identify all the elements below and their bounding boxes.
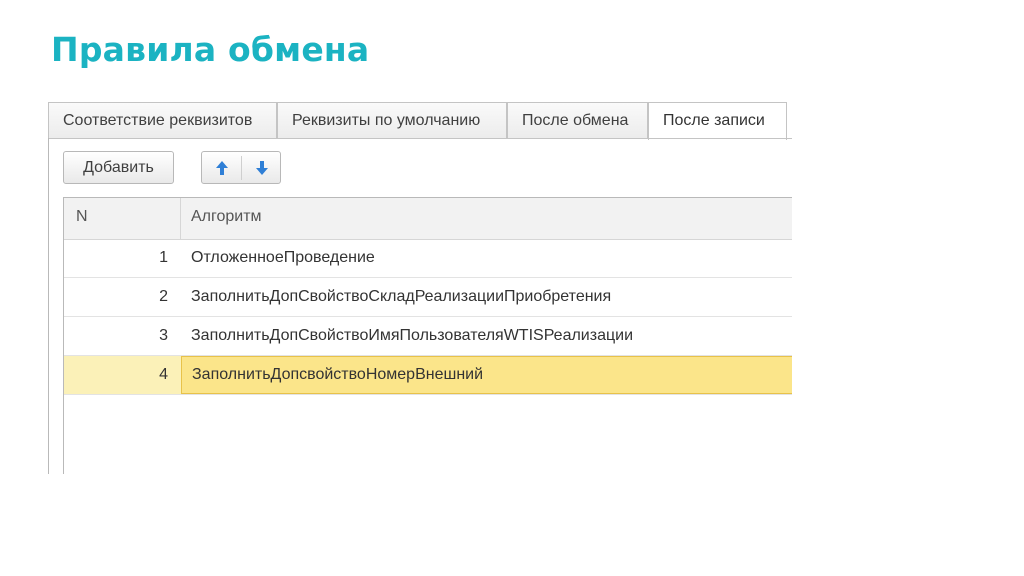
row-algorithm: ЗаполнитьДопСвойствоСкладРеализацииПриоб…: [191, 288, 612, 305]
move-buttons: [201, 151, 281, 184]
table-row[interactable]: 3 ЗаполнитьДопСвойствоИмяПользователяWTI…: [64, 317, 792, 356]
arrow-up-icon: [215, 160, 228, 175]
table-row-selected[interactable]: 4 ЗаполнитьДопсвойствоНомерВнешний: [64, 356, 792, 395]
slide-title: Правила обмена: [51, 30, 370, 69]
row-number: 4: [159, 366, 168, 383]
tab-after-exchange[interactable]: После обмена: [507, 102, 648, 138]
move-up-button[interactable]: [202, 152, 241, 183]
tab-after-write[interactable]: После записи: [648, 102, 787, 140]
column-header-n[interactable]: N: [64, 198, 181, 239]
table-row[interactable]: 2 ЗаполнитьДопСвойствоСкладРеализацииПри…: [64, 278, 792, 317]
arrow-down-icon: [255, 160, 268, 175]
table-row[interactable]: 1 ОтложенноеПроведение: [64, 239, 792, 278]
table-header: N Алгоритм: [64, 198, 792, 240]
window-border: [48, 138, 49, 474]
row-algorithm: ЗаполнитьДопСвойствоИмяПользователяWTISР…: [191, 327, 634, 344]
exchange-rules-window: Соответствие реквизитов Реквизиты по умо…: [48, 102, 792, 474]
column-header-algorithm[interactable]: Алгоритм: [181, 198, 792, 239]
move-down-button[interactable]: [242, 152, 281, 183]
add-button[interactable]: Добавить: [63, 151, 174, 184]
algorithms-table: N Алгоритм 1 ОтложенноеПроведение 2 Запо…: [63, 197, 792, 474]
row-number: 3: [159, 327, 168, 344]
row-number: 2: [159, 288, 168, 305]
row-algorithm[interactable]: ЗаполнитьДопсвойствоНомерВнешний: [181, 356, 792, 394]
row-algorithm: ОтложенноеПроведение: [191, 249, 375, 266]
tab-bar: Соответствие реквизитов Реквизиты по умо…: [48, 102, 792, 140]
tab-default-requisites[interactable]: Реквизиты по умолчанию: [277, 102, 507, 138]
tab-divider: [48, 138, 792, 139]
row-number: 1: [159, 249, 168, 266]
tab-requisite-mapping[interactable]: Соответствие реквизитов: [48, 102, 277, 138]
